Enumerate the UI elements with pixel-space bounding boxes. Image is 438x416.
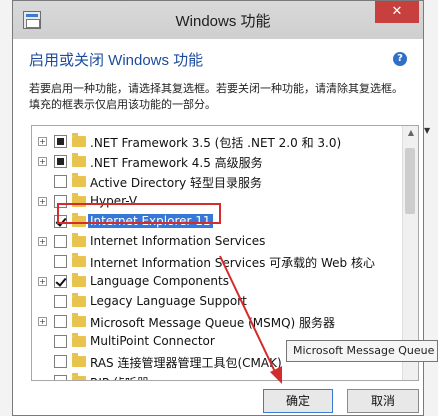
feature-label: Microsoft Message Queue (MSMQ) 服务器 — [90, 316, 336, 330]
feature-checkbox[interactable] — [54, 355, 67, 368]
help-icon[interactable]: ? — [393, 52, 407, 66]
feature-checkbox[interactable] — [54, 255, 67, 268]
feature-label: Legacy Language Support — [90, 294, 247, 308]
scroll-up-icon[interactable]: ▲ — [408, 128, 414, 137]
folder-icon — [72, 233, 86, 247]
feature-checkbox[interactable] — [54, 335, 67, 348]
feature-row[interactable]: RIP 侦听器 — [32, 372, 402, 380]
folder-icon — [72, 353, 86, 367]
feature-row[interactable]: Legacy Language Support — [32, 292, 402, 312]
page-heading: 启用或关闭 Windows 功能 — [29, 52, 204, 69]
expand-toggle-icon[interactable]: + — [38, 277, 47, 286]
feature-checkbox[interactable] — [54, 295, 67, 308]
chevron-down-icon: ▼ — [424, 126, 431, 135]
feature-row[interactable]: + .NET Framework 3.5 (包括 .NET 2.0 和 3.0) — [32, 132, 402, 152]
folder-icon — [72, 173, 86, 187]
feature-label: .NET Framework 4.5 高级服务 — [90, 156, 263, 170]
folder-icon — [72, 293, 86, 307]
description-text: 若要启用一种功能，请选择其复选框。若要关闭一种功能，请清除其复选框。填充的框表示… — [29, 82, 403, 111]
expand-toggle-icon[interactable]: + — [38, 137, 47, 146]
feature-row[interactable]: + .NET Framework 4.5 高级服务 — [32, 152, 402, 172]
tooltip: Microsoft Message Queue — [286, 340, 438, 362]
feature-label: Internet Information Services 可承载的 Web 核… — [90, 256, 375, 270]
window-title: Windows 功能 — [175, 13, 271, 30]
expand-toggle-icon[interactable]: + — [38, 237, 47, 246]
feature-label: MultiPoint Connector — [90, 334, 215, 348]
feature-row[interactable]: Active Directory 轻型目录服务 — [32, 172, 402, 192]
folder-icon — [72, 253, 86, 267]
feature-checkbox[interactable] — [54, 175, 67, 188]
feature-checkbox[interactable] — [54, 155, 67, 168]
feature-label: Language Components — [90, 274, 229, 288]
feature-checkbox[interactable] — [54, 235, 67, 248]
feature-label: RAS 连接管理器管理工具包(CMAK) — [90, 356, 282, 370]
feature-row[interactable]: + Internet Information Services — [32, 232, 402, 252]
feature-label: Active Directory 轻型目录服务 — [90, 176, 263, 190]
folder-icon — [72, 373, 86, 380]
highlight-box — [57, 203, 221, 224]
expand-toggle-icon[interactable]: + — [38, 197, 47, 206]
feature-row[interactable]: Internet Information Services 可承载的 Web 核… — [32, 252, 402, 272]
feature-label: .NET Framework 3.5 (包括 .NET 2.0 和 3.0) — [90, 136, 342, 150]
feature-label: Internet Information Services — [90, 234, 266, 248]
scrollbar-thumb[interactable] — [405, 148, 415, 214]
feature-checkbox[interactable] — [54, 375, 67, 380]
folder-icon — [72, 333, 86, 347]
expand-toggle-icon[interactable]: + — [38, 157, 47, 166]
feature-row[interactable]: + Language Components — [32, 272, 402, 292]
cancel-button[interactable]: 取消 — [347, 389, 419, 413]
expand-toggle-icon[interactable]: + — [38, 317, 47, 326]
folder-icon — [72, 133, 86, 147]
feature-checkbox[interactable] — [54, 135, 67, 148]
close-button[interactable]: ✕ — [375, 1, 419, 23]
window-app-icon — [23, 11, 41, 29]
folder-icon — [72, 153, 86, 167]
feature-label: RIP 侦听器 — [90, 374, 149, 380]
folder-icon — [72, 273, 86, 287]
title-bar[interactable]: Windows 功能 ✕ — [13, 1, 423, 39]
ok-button[interactable]: 确定 — [263, 389, 333, 413]
feature-checkbox[interactable] — [54, 315, 67, 328]
folder-icon — [72, 313, 86, 327]
feature-checkbox[interactable] — [54, 275, 67, 288]
feature-row[interactable]: + Microsoft Message Queue (MSMQ) 服务器 — [32, 312, 402, 332]
